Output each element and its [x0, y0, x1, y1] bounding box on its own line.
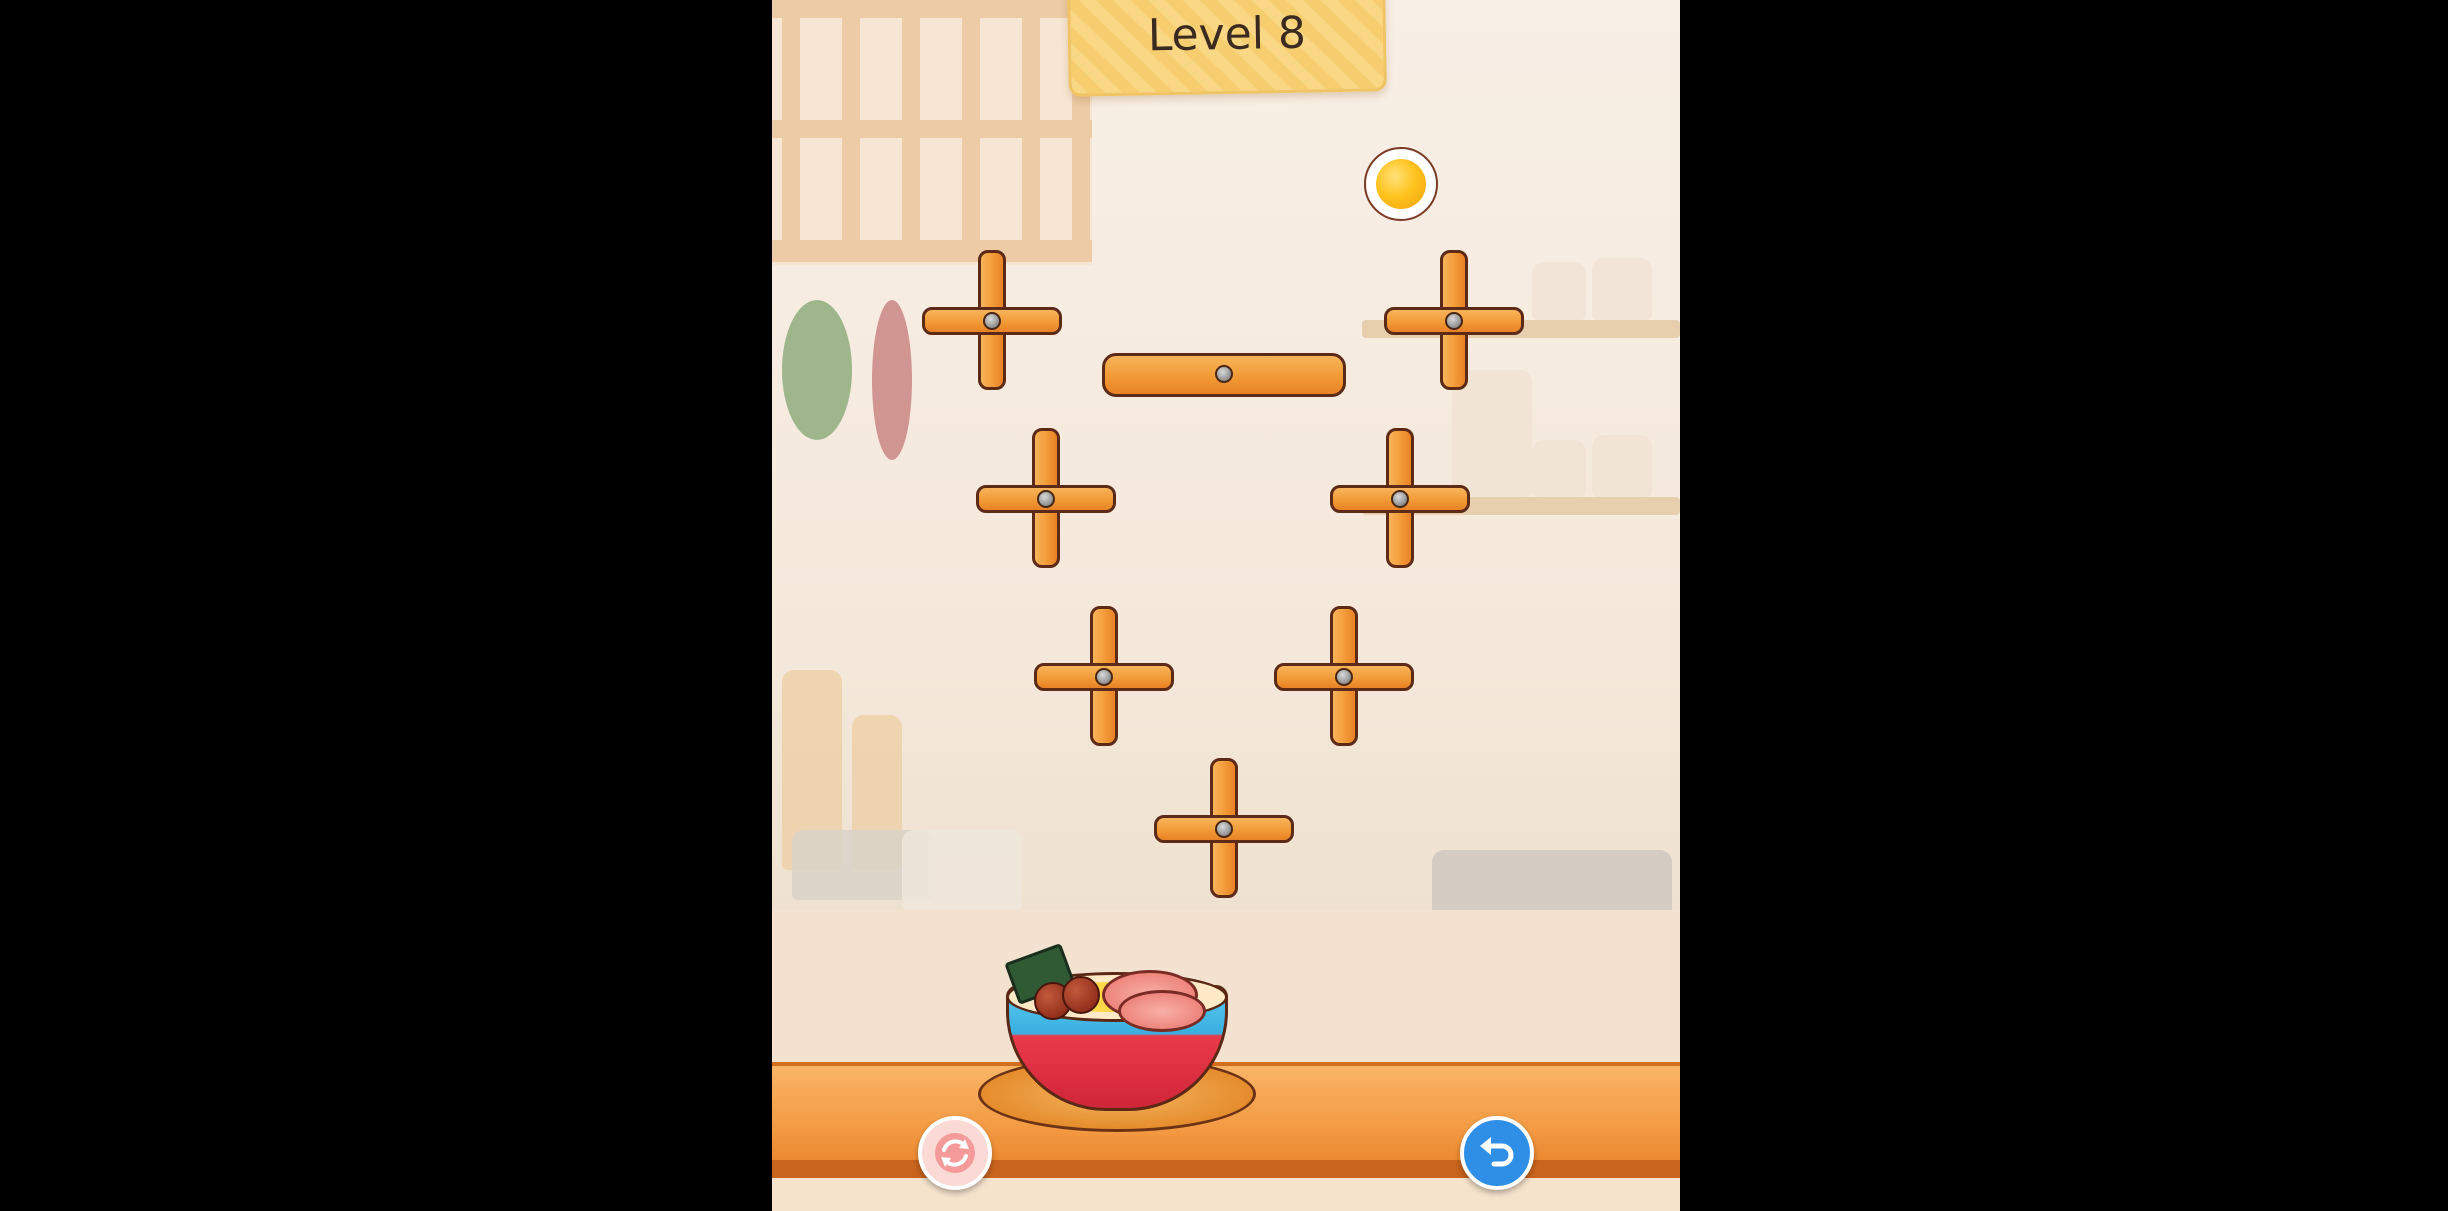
- jar: [1592, 258, 1652, 320]
- cross-pin[interactable]: [1034, 606, 1174, 746]
- bolt-icon: [1037, 490, 1055, 508]
- cross-pin[interactable]: [1274, 606, 1414, 746]
- restart-icon: [935, 1133, 975, 1173]
- bolt-icon: [1215, 365, 1233, 383]
- bolt-icon: [1445, 312, 1463, 330]
- counter-edge: [772, 1160, 1680, 1178]
- counter-base: [772, 1178, 1680, 1211]
- hanging-herbs: [782, 300, 852, 440]
- undo-icon: [1480, 1137, 1514, 1167]
- cross-pin[interactable]: [1384, 250, 1524, 390]
- cross-pin[interactable]: [922, 250, 1062, 390]
- bolt-icon: [1335, 668, 1353, 686]
- meatball-icon: [1062, 976, 1100, 1014]
- yolk-icon: [1376, 159, 1426, 209]
- cross-pin[interactable]: [1154, 758, 1294, 898]
- jar: [1532, 440, 1586, 497]
- game-stage: Level 8: [772, 0, 1680, 1211]
- bolt-icon: [1391, 490, 1409, 508]
- jar: [1532, 262, 1586, 320]
- bolt-icon: [1215, 820, 1233, 838]
- restart-button[interactable]: [918, 1116, 992, 1190]
- level-title: Level 8: [1147, 7, 1307, 62]
- egg-yolk-ball[interactable]: [1364, 147, 1438, 221]
- undo-button[interactable]: [1460, 1116, 1534, 1190]
- cross-pin[interactable]: [1330, 428, 1470, 568]
- horizontal-plank[interactable]: [1102, 353, 1346, 397]
- jar: [1592, 435, 1652, 497]
- ham-slice-icon: [1118, 990, 1206, 1032]
- cross-pin[interactable]: [976, 428, 1116, 568]
- bolt-icon: [1095, 668, 1113, 686]
- bolt-icon: [983, 312, 1001, 330]
- hanging-peppers: [872, 300, 912, 460]
- level-banner: Level 8: [1067, 0, 1387, 97]
- kettle: [902, 830, 1022, 910]
- window-lattice: [772, 0, 1092, 265]
